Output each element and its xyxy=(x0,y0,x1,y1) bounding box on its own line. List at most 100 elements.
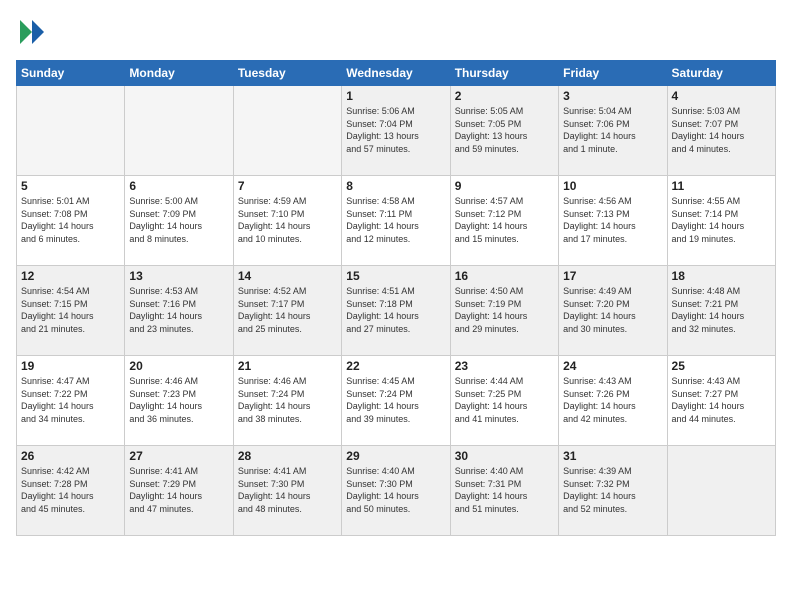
calendar-cell: 16 Sunrise: 4:50 AMSunset: 7:19 PMDayligh… xyxy=(450,266,558,356)
day-info: Sunrise: 4:44 AMSunset: 7:25 PMDaylight:… xyxy=(455,375,554,425)
day-number: 18 xyxy=(672,269,771,283)
day-info: Sunrise: 5:03 AMSunset: 7:07 PMDaylight:… xyxy=(672,105,771,155)
day-number: 12 xyxy=(21,269,120,283)
day-number: 30 xyxy=(455,449,554,463)
calendar-week-row: 19 Sunrise: 4:47 AMSunset: 7:22 PMDayligh… xyxy=(17,356,776,446)
logo-icon xyxy=(16,16,48,48)
day-info: Sunrise: 4:49 AMSunset: 7:20 PMDaylight:… xyxy=(563,285,662,335)
calendar-cell: 13Sunrise: 4:53 AMSunset: 7:16 PMDayligh… xyxy=(125,266,233,356)
day-info: Sunrise: 4:52 AMSunset: 7:17 PMDaylight:… xyxy=(238,285,337,335)
day-info: Sunrise: 4:55 AMSunset: 7:14 PMDaylight:… xyxy=(672,195,771,245)
calendar-cell: 31 Sunrise: 4:39 AMSunset: 7:32 PMDayligh… xyxy=(559,446,667,536)
logo xyxy=(16,16,52,48)
weekday-header-thursday: Thursday xyxy=(450,61,558,86)
day-number: 8 xyxy=(346,179,445,193)
day-number: 20 xyxy=(129,359,228,373)
day-number: 25 xyxy=(672,359,771,373)
calendar-cell: 3 Sunrise: 5:04 AMSunset: 7:06 PMDaylight… xyxy=(559,86,667,176)
day-number: 7 xyxy=(238,179,337,193)
calendar-cell: 14 Sunrise: 4:52 AMSunset: 7:17 PMDayligh… xyxy=(233,266,341,356)
day-number: 21 xyxy=(238,359,337,373)
day-info: Sunrise: 4:46 AMSunset: 7:23 PMDaylight:… xyxy=(129,375,228,425)
day-info: Sunrise: 5:05 AMSunset: 7:05 PMDaylight:… xyxy=(455,105,554,155)
calendar-cell: 8 Sunrise: 4:58 AMSunset: 7:11 PMDaylight… xyxy=(342,176,450,266)
calendar-cell: 1 Sunrise: 5:06 AMSunset: 7:04 PMDaylight… xyxy=(342,86,450,176)
calendar-cell: 12 Sunrise: 4:54 AMSunset: 7:15 PMDayligh… xyxy=(17,266,125,356)
calendar-cell: 6 Sunrise: 5:00 AMSunset: 7:09 PMDaylight… xyxy=(125,176,233,266)
calendar-cell: 10Sunrise: 4:56 AMSunset: 7:13 PMDayligh… xyxy=(559,176,667,266)
weekday-header-row: SundayMondayTuesdayWednesdayThursdayFrid… xyxy=(17,61,776,86)
day-number: 3 xyxy=(563,89,662,103)
weekday-header-sunday: Sunday xyxy=(17,61,125,86)
calendar-cell: 4 Sunrise: 5:03 AMSunset: 7:07 PMDaylight… xyxy=(667,86,775,176)
day-number: 24 xyxy=(563,359,662,373)
calendar-cell: 24 Sunrise: 4:43 AMSunset: 7:26 PMDayligh… xyxy=(559,356,667,446)
day-number: 23 xyxy=(455,359,554,373)
calendar-cell: 5 Sunrise: 5:01 AMSunset: 7:08 PMDaylight… xyxy=(17,176,125,266)
calendar-cell: 23 Sunrise: 4:44 AMSunset: 7:25 PMDayligh… xyxy=(450,356,558,446)
day-info: Sunrise: 4:54 AMSunset: 7:15 PMDaylight:… xyxy=(21,285,120,335)
day-info: Sunrise: 4:50 AMSunset: 7:19 PMDaylight:… xyxy=(455,285,554,335)
day-number: 19 xyxy=(21,359,120,373)
calendar-cell: 21Sunrise: 4:46 AMSunset: 7:24 PMDayligh… xyxy=(233,356,341,446)
calendar-cell: 2 Sunrise: 5:05 AMSunset: 7:05 PMDaylight… xyxy=(450,86,558,176)
day-info: Sunrise: 4:56 AMSunset: 7:13 PMDaylight:… xyxy=(563,195,662,245)
day-info: Sunrise: 4:41 AMSunset: 7:30 PMDaylight:… xyxy=(238,465,337,515)
day-info: Sunrise: 4:43 AMSunset: 7:26 PMDaylight:… xyxy=(563,375,662,425)
calendar-cell: 27 Sunrise: 4:41 AMSunset: 7:29 PMDayligh… xyxy=(125,446,233,536)
day-info: Sunrise: 4:42 AMSunset: 7:28 PMDaylight:… xyxy=(21,465,120,515)
day-info: Sunrise: 4:41 AMSunset: 7:29 PMDaylight:… xyxy=(129,465,228,515)
day-info: Sunrise: 5:00 AMSunset: 7:09 PMDaylight:… xyxy=(129,195,228,245)
weekday-header-wednesday: Wednesday xyxy=(342,61,450,86)
day-number: 27 xyxy=(129,449,228,463)
day-info: Sunrise: 4:51 AMSunset: 7:18 PMDaylight:… xyxy=(346,285,445,335)
day-info: Sunrise: 4:40 AMSunset: 7:31 PMDaylight:… xyxy=(455,465,554,515)
day-info: Sunrise: 4:58 AMSunset: 7:11 PMDaylight:… xyxy=(346,195,445,245)
calendar-cell: 28 Sunrise: 4:41 AMSunset: 7:30 PMDayligh… xyxy=(233,446,341,536)
day-info: Sunrise: 4:43 AMSunset: 7:27 PMDaylight:… xyxy=(672,375,771,425)
calendar-cell: 9 Sunrise: 4:57 AMSunset: 7:12 PMDaylight… xyxy=(450,176,558,266)
calendar-cell: 17 Sunrise: 4:49 AMSunset: 7:20 PMDayligh… xyxy=(559,266,667,356)
page-header xyxy=(16,16,776,48)
day-number: 5 xyxy=(21,179,120,193)
weekday-header-tuesday: Tuesday xyxy=(233,61,341,86)
calendar-table: SundayMondayTuesdayWednesdayThursdayFrid… xyxy=(16,60,776,536)
day-number: 29 xyxy=(346,449,445,463)
day-number: 26 xyxy=(21,449,120,463)
day-number: 15 xyxy=(346,269,445,283)
day-number: 9 xyxy=(455,179,554,193)
day-info: Sunrise: 4:40 AMSunset: 7:30 PMDaylight:… xyxy=(346,465,445,515)
calendar-cell: 18 Sunrise: 4:48 AMSunset: 7:21 PMDayligh… xyxy=(667,266,775,356)
day-number: 13 xyxy=(129,269,228,283)
calendar-cell xyxy=(125,86,233,176)
calendar-cell: 22Sunrise: 4:45 AMSunset: 7:24 PMDayligh… xyxy=(342,356,450,446)
calendar-week-row: 5 Sunrise: 5:01 AMSunset: 7:08 PMDaylight… xyxy=(17,176,776,266)
day-number: 6 xyxy=(129,179,228,193)
day-info: Sunrise: 4:57 AMSunset: 7:12 PMDaylight:… xyxy=(455,195,554,245)
calendar-week-row: 1 Sunrise: 5:06 AMSunset: 7:04 PMDaylight… xyxy=(17,86,776,176)
day-info: Sunrise: 4:48 AMSunset: 7:21 PMDaylight:… xyxy=(672,285,771,335)
day-number: 31 xyxy=(563,449,662,463)
calendar-cell: 19 Sunrise: 4:47 AMSunset: 7:22 PMDayligh… xyxy=(17,356,125,446)
day-number: 2 xyxy=(455,89,554,103)
calendar-cell: 26 Sunrise: 4:42 AMSunset: 7:28 PMDayligh… xyxy=(17,446,125,536)
calendar-cell: 20 Sunrise: 4:46 AMSunset: 7:23 PMDayligh… xyxy=(125,356,233,446)
day-number: 14 xyxy=(238,269,337,283)
day-number: 28 xyxy=(238,449,337,463)
calendar-cell: 29 Sunrise: 4:40 AMSunset: 7:30 PMDayligh… xyxy=(342,446,450,536)
day-number: 1 xyxy=(346,89,445,103)
calendar-week-row: 12 Sunrise: 4:54 AMSunset: 7:15 PMDayligh… xyxy=(17,266,776,356)
day-number: 17 xyxy=(563,269,662,283)
calendar-cell xyxy=(233,86,341,176)
day-number: 16 xyxy=(455,269,554,283)
day-info: Sunrise: 5:01 AMSunset: 7:08 PMDaylight:… xyxy=(21,195,120,245)
calendar-week-row: 26 Sunrise: 4:42 AMSunset: 7:28 PMDayligh… xyxy=(17,446,776,536)
day-info: Sunrise: 5:06 AMSunset: 7:04 PMDaylight:… xyxy=(346,105,445,155)
weekday-header-monday: Monday xyxy=(125,61,233,86)
day-info: Sunrise: 5:04 AMSunset: 7:06 PMDaylight:… xyxy=(563,105,662,155)
day-info: Sunrise: 4:47 AMSunset: 7:22 PMDaylight:… xyxy=(21,375,120,425)
calendar-cell xyxy=(17,86,125,176)
day-number: 4 xyxy=(672,89,771,103)
calendar-cell: 15 Sunrise: 4:51 AMSunset: 7:18 PMDayligh… xyxy=(342,266,450,356)
day-info: Sunrise: 4:39 AMSunset: 7:32 PMDaylight:… xyxy=(563,465,662,515)
